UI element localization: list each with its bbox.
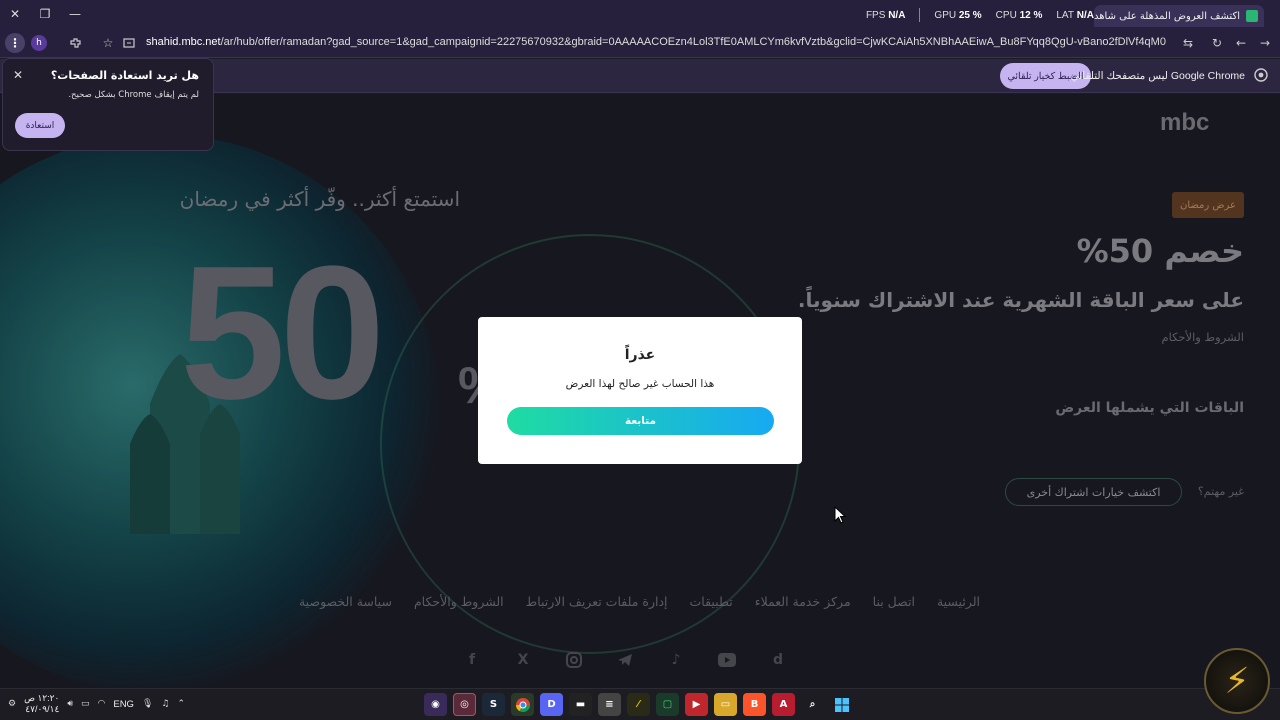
instagram-icon[interactable]	[564, 650, 584, 670]
volume-icon[interactable]: 🔊︎	[67, 699, 73, 709]
footer-link-help-center[interactable]: مركز خدمة العملاء	[755, 594, 851, 609]
reload-icon[interactable]: ↻	[1207, 33, 1227, 53]
social-links: f X ♪ d	[462, 650, 788, 670]
gpu-value: 25 %	[958, 9, 982, 21]
close-window-icon[interactable]: ✕	[6, 5, 24, 23]
steam-icon[interactable]: S	[482, 693, 505, 716]
discord-icon[interactable]: D	[540, 693, 563, 716]
profile-avatar[interactable]: h	[31, 35, 47, 51]
social-d-icon[interactable]: d	[768, 650, 788, 670]
offer-badge: عرض رمضان	[1172, 192, 1244, 218]
app-icon-13[interactable]: A	[772, 693, 795, 716]
microphone-icon[interactable]: 🎙︎	[142, 699, 153, 709]
mouse-cursor-icon	[834, 506, 846, 524]
footer-link-terms[interactable]: الشروط والأحكام	[414, 594, 504, 609]
brave-icon[interactable]: B	[743, 693, 766, 716]
chevron-up-icon[interactable]: ⌃	[177, 699, 185, 709]
fps-label: FPS	[865, 9, 886, 21]
app-icon-10[interactable]: ▶	[685, 693, 708, 716]
search-icon[interactable]: ⌕	[801, 693, 824, 716]
footer-link-apps[interactable]: تطبيقات	[690, 594, 733, 609]
svg-text:mbc: mbc	[1160, 110, 1209, 134]
url-host: shahid.mbc.net	[146, 36, 221, 48]
telegram-icon[interactable]	[615, 650, 635, 670]
infobar-text: Google Chrome ليس متصفحك التلقائي	[1070, 70, 1245, 82]
extensions-icon[interactable]	[65, 33, 85, 53]
title-bar: ✕ ❐ — FPS N/A GPU 25 % CPU 12 % LAT N/A …	[0, 0, 1280, 28]
promo-big-number: 50	[180, 227, 385, 439]
chrome-taskbar-icon[interactable]	[511, 693, 534, 716]
lightning-bolt-icon[interactable]: ⚡	[1204, 648, 1270, 714]
modal-title: عذراً	[624, 347, 656, 363]
system-tray: ⚙ ١٢:٢٠ ص ٤٧/٠٩/١٤ 🔊︎ ▭ ◠ ENG 🎙︎ ♫ ⌃	[8, 693, 185, 715]
chrome-menu-icon[interactable]: ⋮	[5, 33, 25, 53]
site-info-icon[interactable]	[119, 33, 139, 53]
start-icon[interactable]	[830, 693, 853, 716]
explore-plans-button[interactable]: اكتشف خيارات اشتراك أخرى	[1005, 478, 1182, 506]
tiktok-icon[interactable]: ♪	[666, 650, 686, 670]
browser-tab[interactable]: اكتشف العروض المذهلة على شاهد ✕	[1094, 5, 1264, 27]
terminal-icon[interactable]: ▬	[569, 693, 592, 716]
close-icon[interactable]: ✕	[13, 68, 23, 82]
clock-time: ١٢:٢٠ ص	[24, 693, 60, 703]
file-explorer-icon[interactable]: ▭	[714, 693, 737, 716]
settings-gear-icon[interactable]: ⚙	[8, 699, 16, 709]
clock[interactable]: ١٢:٢٠ ص ٤٧/٠٩/١٤	[24, 693, 59, 715]
tab-favicon-icon	[1246, 10, 1258, 22]
gpu-label: GPU	[934, 9, 957, 21]
restore-text: لم يتم إيقاف Chrome بشكل صحيح.	[68, 90, 199, 100]
youtube-icon[interactable]	[717, 650, 737, 670]
clock-date: ٤٧/٠٩/١٤	[25, 704, 60, 714]
speaker-icon[interactable]: ♫	[161, 699, 169, 709]
address-bar[interactable]: shahid.mbc.net/ar/hub/offer/ramadan?gad_…	[146, 36, 1166, 48]
taskbar-apps: ◉ ◎ S D ▬ ≡ ⁄ ▢ ▶ ▭ B A ⌕	[424, 693, 853, 716]
app-icon-9[interactable]: ▢	[656, 693, 679, 716]
error-modal: عذراً هذا الحساب غير صالح لهذا العرض متا…	[478, 317, 802, 464]
footer-link-home[interactable]: الرئيسية	[937, 594, 980, 609]
lat-label: LAT	[1056, 9, 1074, 21]
chrome-icon	[1254, 68, 1268, 82]
facebook-icon[interactable]: f	[462, 650, 482, 670]
fps-value: N/A	[888, 9, 906, 21]
minimize-window-icon[interactable]: —	[66, 5, 84, 23]
footer-link-privacy[interactable]: سياسة الخصوصية	[299, 594, 392, 609]
restore-button[interactable]: استعادة	[15, 113, 65, 138]
discount-heading: خصم 50%	[1076, 232, 1244, 270]
lat-value: N/A	[1076, 9, 1094, 21]
promo-tagline: استمتع أكثر.. وفّر أكثر في رمضان	[179, 187, 460, 211]
footer-link-cookies[interactable]: إدارة ملفات تعريف الارتباط	[526, 594, 668, 609]
not-interested-label: غير مهتم؟	[1197, 485, 1244, 498]
terms-link[interactable]: الشروط والأحكام	[1161, 330, 1244, 344]
app-icon-1[interactable]: ◉	[424, 693, 447, 716]
cpu-value: 12 %	[1019, 9, 1043, 21]
cpu-label: CPU	[995, 9, 1017, 21]
tab-title: اكتشف العروض المذهلة على شاهد	[1094, 10, 1240, 22]
tune-icon[interactable]: ⇆	[1178, 33, 1198, 53]
browser-toolbar: ⋮ h ☆ shahid.mbc.net/ar/hub/offer/ramada…	[0, 28, 1280, 58]
packages-heading: الباقات التي يشملها العرض	[1055, 400, 1244, 416]
restore-window-icon[interactable]: ❐	[36, 5, 54, 23]
continue-button[interactable]: متابعة	[507, 407, 774, 435]
wifi-icon[interactable]: ◠	[98, 699, 106, 709]
modal-message: هذا الحساب غير صالح لهذا العرض	[565, 378, 715, 390]
app-icon-2[interactable]: ◎	[453, 693, 476, 716]
forward-icon[interactable]: ←	[1231, 33, 1251, 53]
restore-title: هل تريد استعادة الصفحات؟	[50, 69, 199, 82]
battery-icon[interactable]: ▭	[81, 699, 90, 709]
language-indicator[interactable]: ENG	[113, 699, 134, 710]
notepad-icon[interactable]: ≡	[598, 693, 621, 716]
bookmark-star-icon[interactable]: ☆	[98, 33, 118, 53]
x-icon[interactable]: X	[513, 650, 533, 670]
perf-overlay: FPS N/A GPU 25 % CPU 12 % LAT N/A	[866, 8, 1094, 22]
url-path: /ar/hub/offer/ramadan?gad_source=1&gad_c…	[220, 36, 1166, 48]
mbc-logo[interactable]: mbc	[1160, 110, 1244, 134]
taskbar: ⚙ ١٢:٢٠ ص ٤٧/٠٩/١٤ 🔊︎ ▭ ◠ ENG 🎙︎ ♫ ⌃ ◉ ◎…	[0, 688, 1280, 720]
discount-subline: على سعر الباقة الشهرية عند الاشتراك سنوي…	[797, 288, 1244, 312]
footer-link-contact[interactable]: اتصل بنا	[873, 594, 915, 609]
app-icon-8[interactable]: ⁄	[627, 693, 650, 716]
back-icon[interactable]: →	[1255, 33, 1275, 53]
footer-links: الرئيسية اتصل بنا مركز خدمة العملاء تطبي…	[299, 594, 980, 609]
restore-pages-popup: ✕ هل تريد استعادة الصفحات؟ لم يتم إيقاف …	[2, 58, 214, 151]
